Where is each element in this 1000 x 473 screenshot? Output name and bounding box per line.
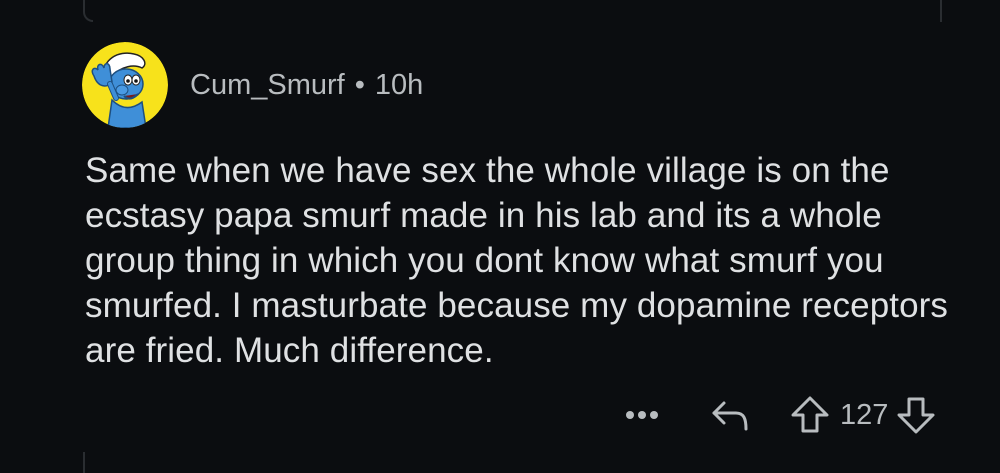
comment-body: Same when we have sex the whole village … — [85, 151, 949, 370]
smurf-avatar-icon — [82, 42, 168, 128]
reply-arrow-icon[interactable] — [710, 397, 750, 433]
thread-line-top — [83, 0, 93, 22]
meta-separator: • — [354, 68, 365, 101]
thread-line-bottom — [83, 452, 85, 473]
more-dots-icon[interactable] — [622, 410, 662, 420]
comment-actions: 127 — [622, 390, 936, 440]
comment-age: 10h — [374, 68, 424, 101]
comment: Cum_Smurf • 10h Same when we have sex th… — [80, 40, 980, 373]
comment-author[interactable]: Cum_Smurf — [190, 69, 345, 102]
downvote-arrow-icon[interactable] — [896, 395, 936, 435]
thread-line-parent — [940, 0, 942, 22]
comment-header: Cum_Smurf • 10h — [80, 40, 980, 130]
avatar[interactable] — [82, 42, 168, 128]
comment-score: 127 — [840, 398, 889, 431]
upvote-arrow-icon[interactable] — [790, 395, 830, 435]
